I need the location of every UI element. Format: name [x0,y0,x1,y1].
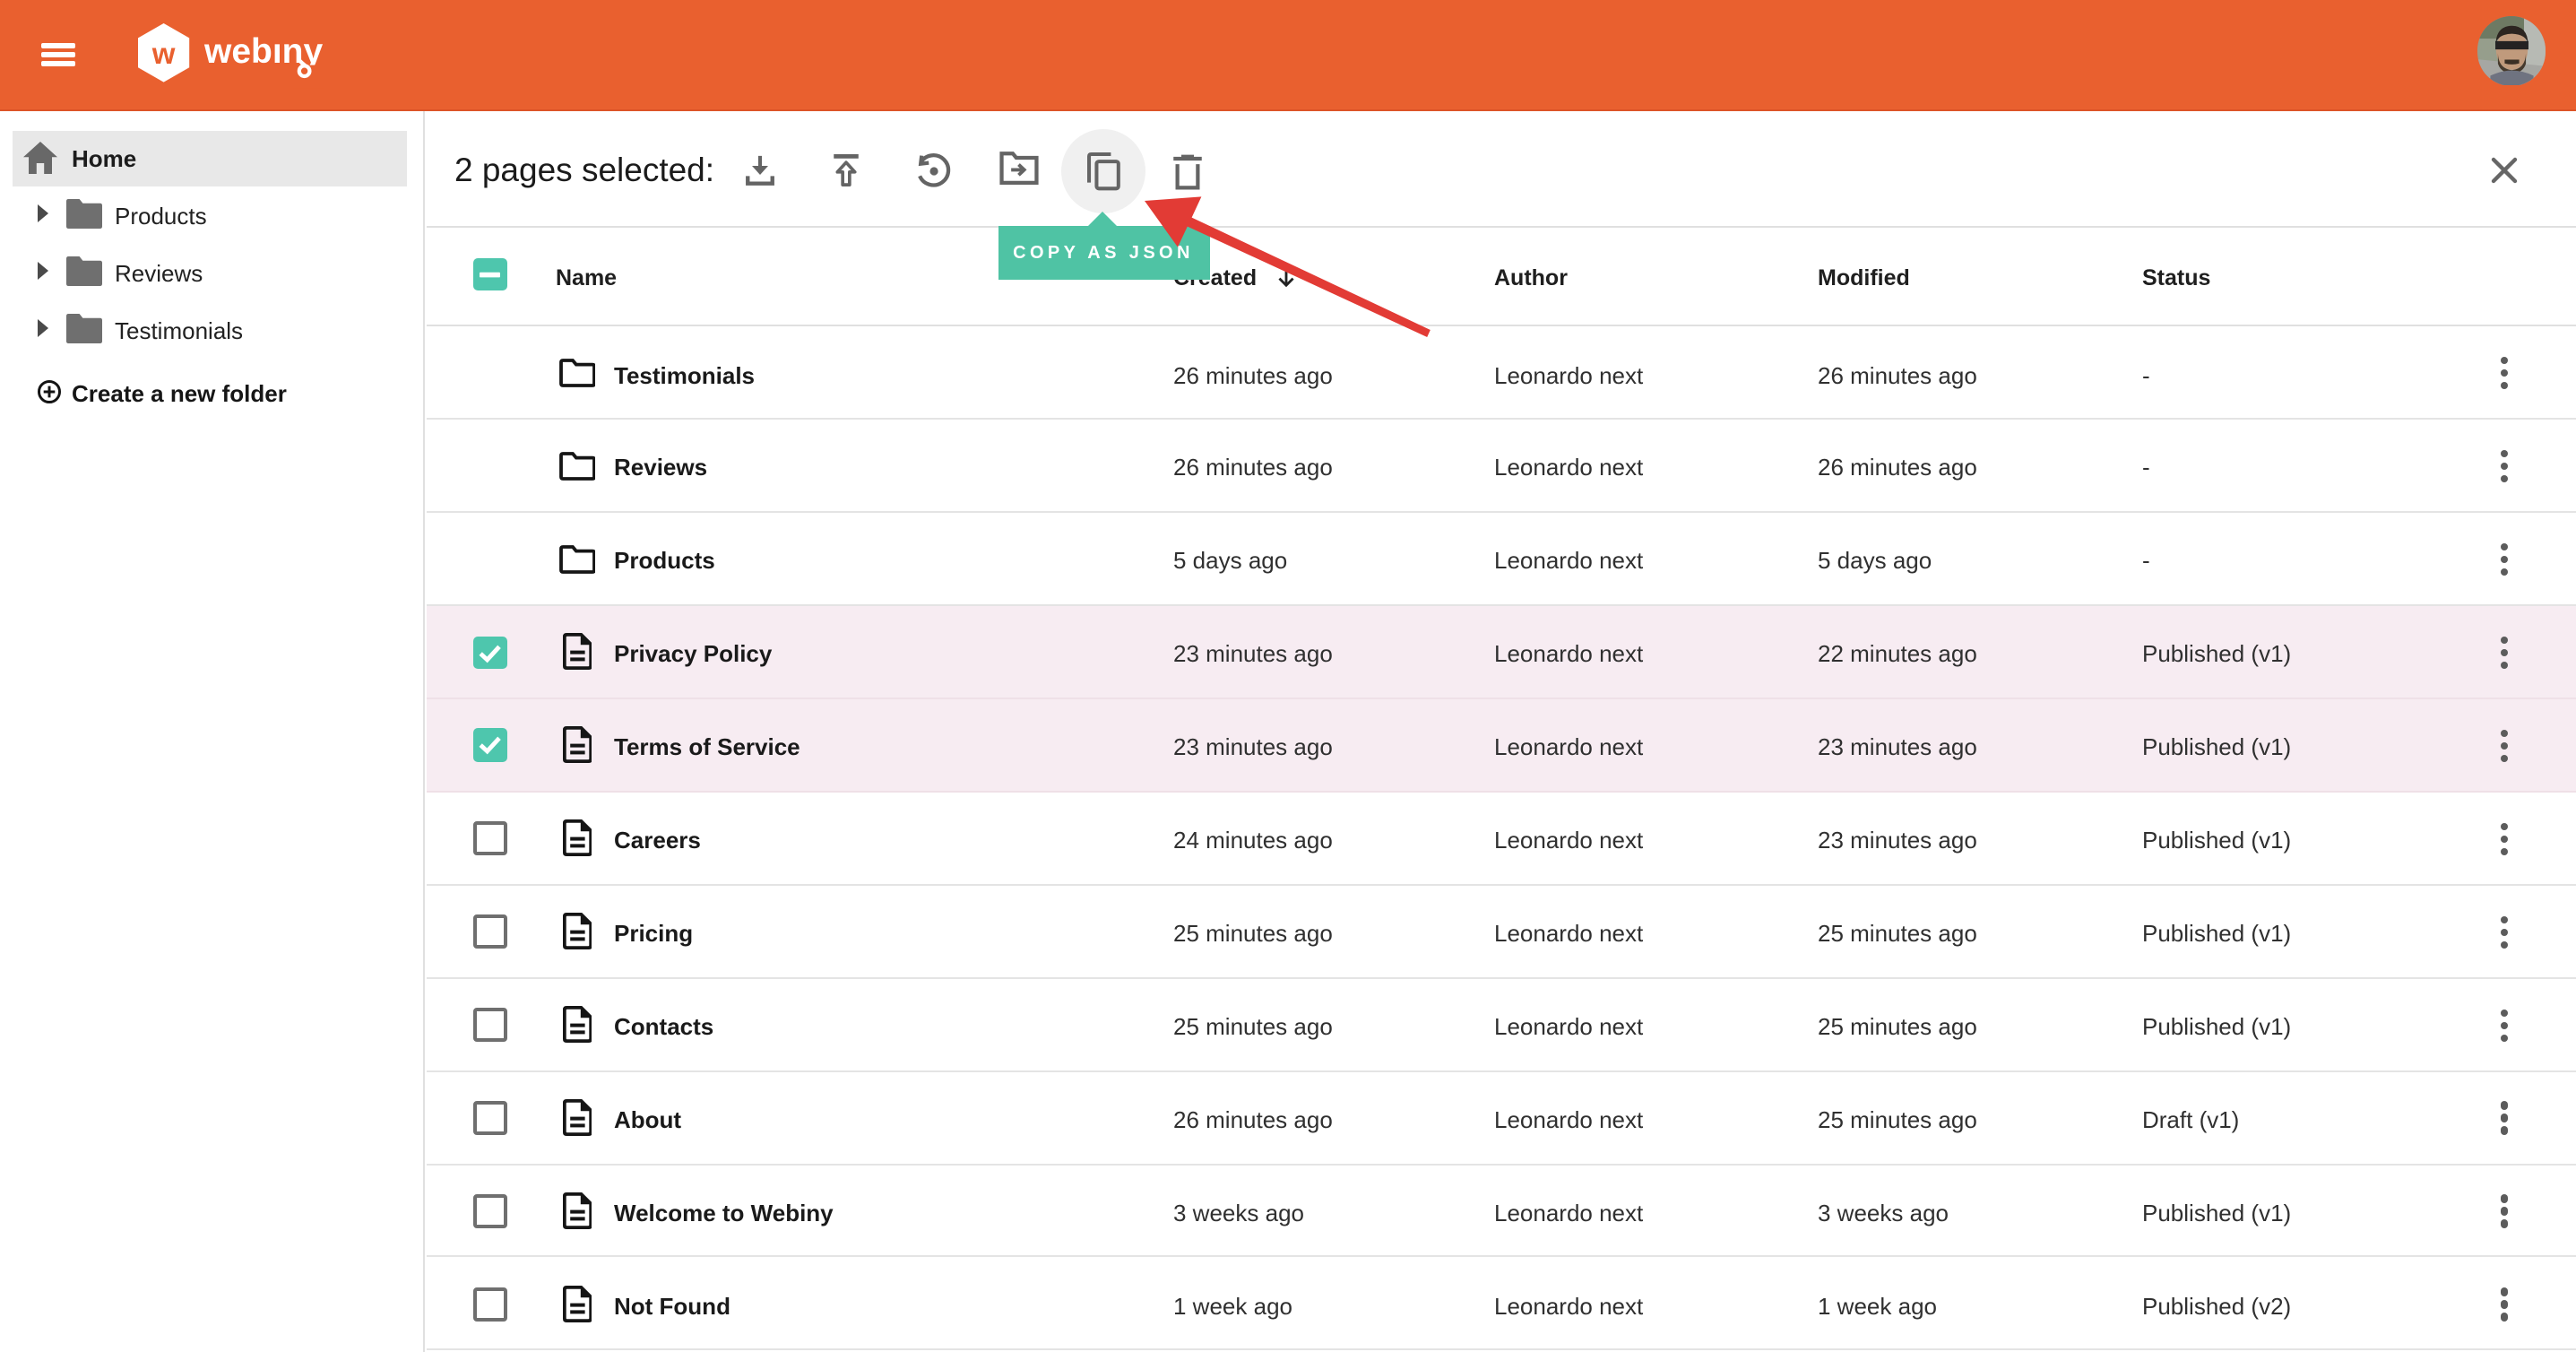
svg-text:w: w [151,37,176,70]
